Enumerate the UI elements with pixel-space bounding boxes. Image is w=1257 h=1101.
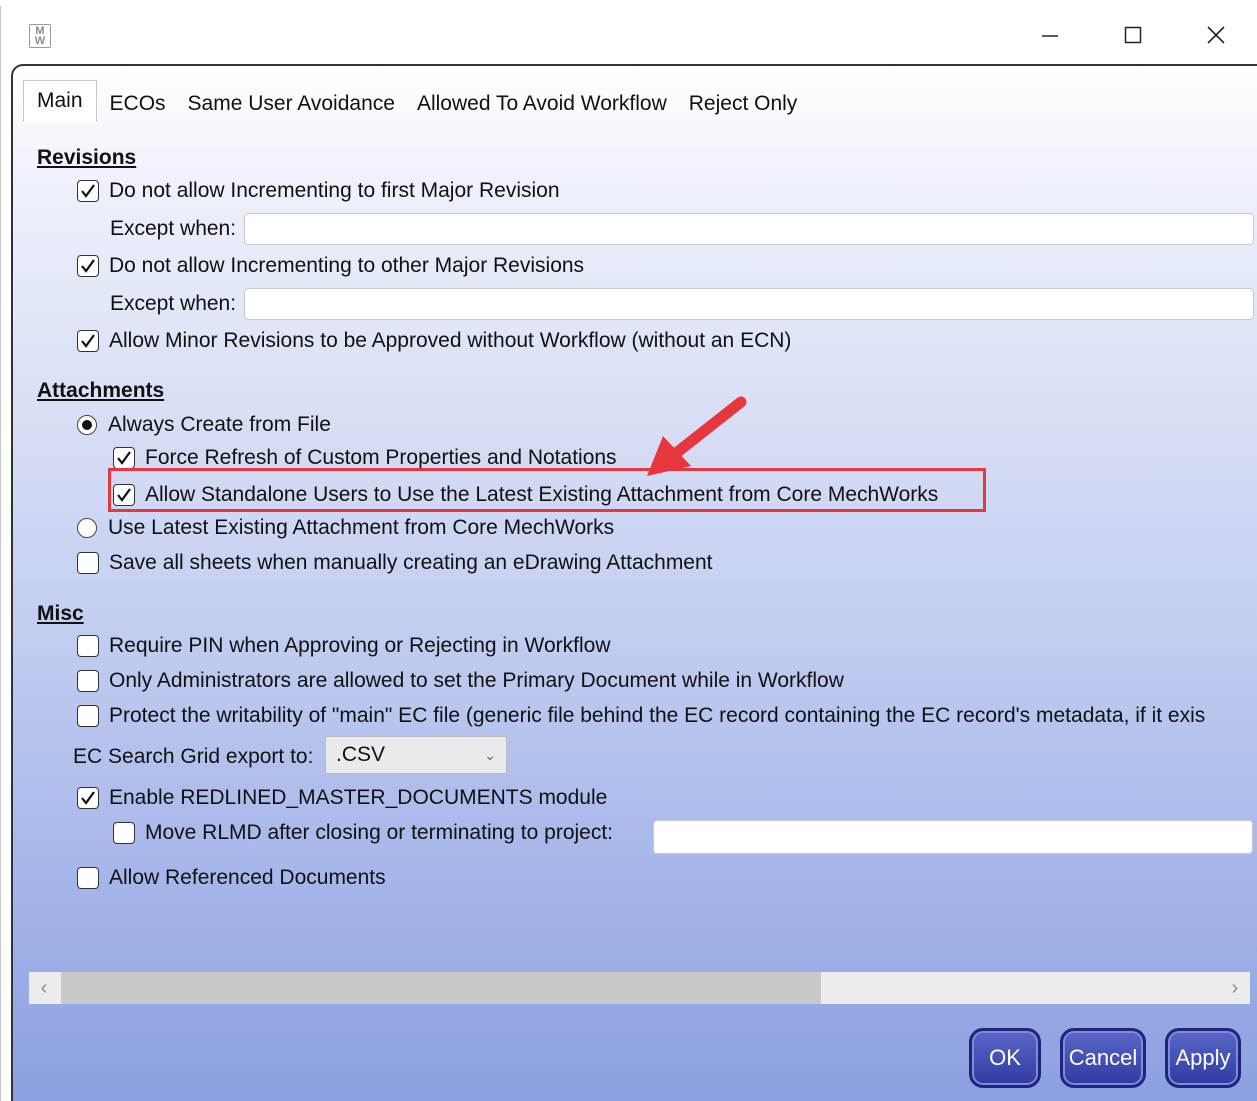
require-pin-label: Require PIN when Approving or Rejecting … [109,634,611,657]
checkbox[interactable] [77,705,99,727]
move-rlmd-option[interactable]: Move RLMD after closing or terminating t… [113,821,613,845]
except-when-label-1: Except when: [110,217,237,240]
highlight-box [108,468,986,512]
always-create-from-file-label: Always Create from File [108,413,331,436]
checkbox[interactable] [77,180,99,202]
except-when-label-2: Except when: [110,292,237,315]
force-refresh-label: Force Refresh of Custom Properties and N… [145,446,617,469]
settings-window: MW Main ECOs Same User Avoidance Allowed… [0,6,1257,1101]
horizontal-scrollbar[interactable]: ‹ › [29,972,1250,1004]
only-admins-label: Only Administrators are allowed to set t… [109,669,844,692]
checkbox[interactable] [77,670,99,692]
other-major-revisions-option[interactable]: Do not allow Incrementing to other Major… [77,254,584,278]
minor-revisions-option[interactable]: Allow Minor Revisions to be Approved wit… [77,329,791,353]
radio-button[interactable] [77,415,97,435]
title-bar: MW [1,6,1257,64]
checkmark-icon [117,451,131,465]
tab-main[interactable]: Main [23,80,97,122]
radio-button[interactable] [77,518,97,538]
minor-revisions-label: Allow Minor Revisions to be Approved wit… [109,329,792,352]
only-admins-option[interactable]: Only Administrators are allowed to set t… [77,669,844,693]
maximize-button[interactable] [1118,20,1148,50]
scroll-right-icon[interactable]: › [1220,972,1250,1004]
minimize-button[interactable] [1035,20,1065,50]
always-create-from-file-option[interactable]: Always Create from File [77,413,331,437]
ec-search-export-value: .CSV [336,743,386,766]
radio-selected-dot [82,420,92,430]
checkbox[interactable] [77,552,99,574]
scroll-left-icon[interactable]: ‹ [29,972,59,1004]
close-icon [1207,26,1225,44]
save-all-sheets-option[interactable]: Save all sheets when manually creating a… [77,551,713,575]
scrollbar-thumb[interactable] [61,972,821,1004]
checkbox[interactable] [77,867,99,889]
save-all-sheets-label: Save all sheets when manually creating a… [109,551,713,574]
checkmark-icon [81,791,95,805]
checkbox[interactable] [113,447,135,469]
revisions-heading: Revisions [37,146,137,169]
tab-same-user-avoidance[interactable]: Same User Avoidance [177,86,406,122]
tab-strip: Main ECOs Same User Avoidance Allowed To… [23,80,808,122]
ec-search-export-dropdown[interactable]: .CSV ⌄ [325,736,507,774]
ok-button[interactable]: OK [969,1028,1041,1088]
misc-heading: Misc [37,602,84,625]
app-icon: MW [29,24,51,48]
tab-reject-only[interactable]: Reject Only [678,86,809,122]
maximize-icon [1124,26,1142,44]
protect-writability-option[interactable]: Protect the writability of "main" EC fil… [77,704,1257,728]
annotation-arrow-icon [647,396,747,476]
checkbox[interactable] [77,330,99,352]
except-when-field-1[interactable] [244,213,1254,245]
close-button[interactable] [1201,20,1231,50]
checkbox[interactable] [77,635,99,657]
move-rlmd-label: Move RLMD after closing or terminating t… [145,821,614,844]
allow-referenced-label: Allow Referenced Documents [109,866,386,889]
checkbox[interactable] [77,255,99,277]
allow-referenced-option[interactable]: Allow Referenced Documents [77,866,386,890]
ec-search-export-label: EC Search Grid export to: [73,745,314,768]
first-major-revision-option[interactable]: Do not allow Incrementing to first Major… [77,179,560,203]
attachments-heading: Attachments [37,379,165,402]
chevron-down-icon: ⌄ [484,747,496,763]
force-refresh-option[interactable]: Force Refresh of Custom Properties and N… [113,446,617,470]
use-latest-existing-label: Use Latest Existing Attachment from Core… [108,516,615,539]
enable-redlined-label: Enable REDLINED_MASTER_DOCUMENTS module [109,786,608,809]
protect-writability-label: Protect the writability of "main" EC fil… [109,704,1206,727]
except-when-field-2[interactable] [244,288,1254,320]
checkmark-icon [81,334,95,348]
require-pin-option[interactable]: Require PIN when Approving or Rejecting … [77,634,611,658]
other-major-revisions-label: Do not allow Incrementing to other Major… [109,254,585,277]
tab-ecos[interactable]: ECOs [99,86,177,122]
enable-redlined-option[interactable]: Enable REDLINED_MASTER_DOCUMENTS module [77,786,607,810]
use-latest-existing-option[interactable]: Use Latest Existing Attachment from Core… [77,516,614,540]
dialog-client-area: Main ECOs Same User Avoidance Allowed To… [11,64,1257,1101]
checkbox[interactable] [113,822,135,844]
first-major-revision-label: Do not allow Incrementing to first Major… [109,179,560,202]
checkmark-icon [81,184,95,198]
minimize-icon [1042,35,1058,37]
apply-button[interactable]: Apply [1165,1028,1241,1088]
checkbox[interactable] [77,787,99,809]
move-rlmd-project-field[interactable] [653,820,1253,854]
cancel-button[interactable]: Cancel [1060,1028,1146,1088]
tab-allowed-to-avoid-workflow[interactable]: Allowed To Avoid Workflow [406,86,678,122]
checkmark-icon [81,259,95,273]
